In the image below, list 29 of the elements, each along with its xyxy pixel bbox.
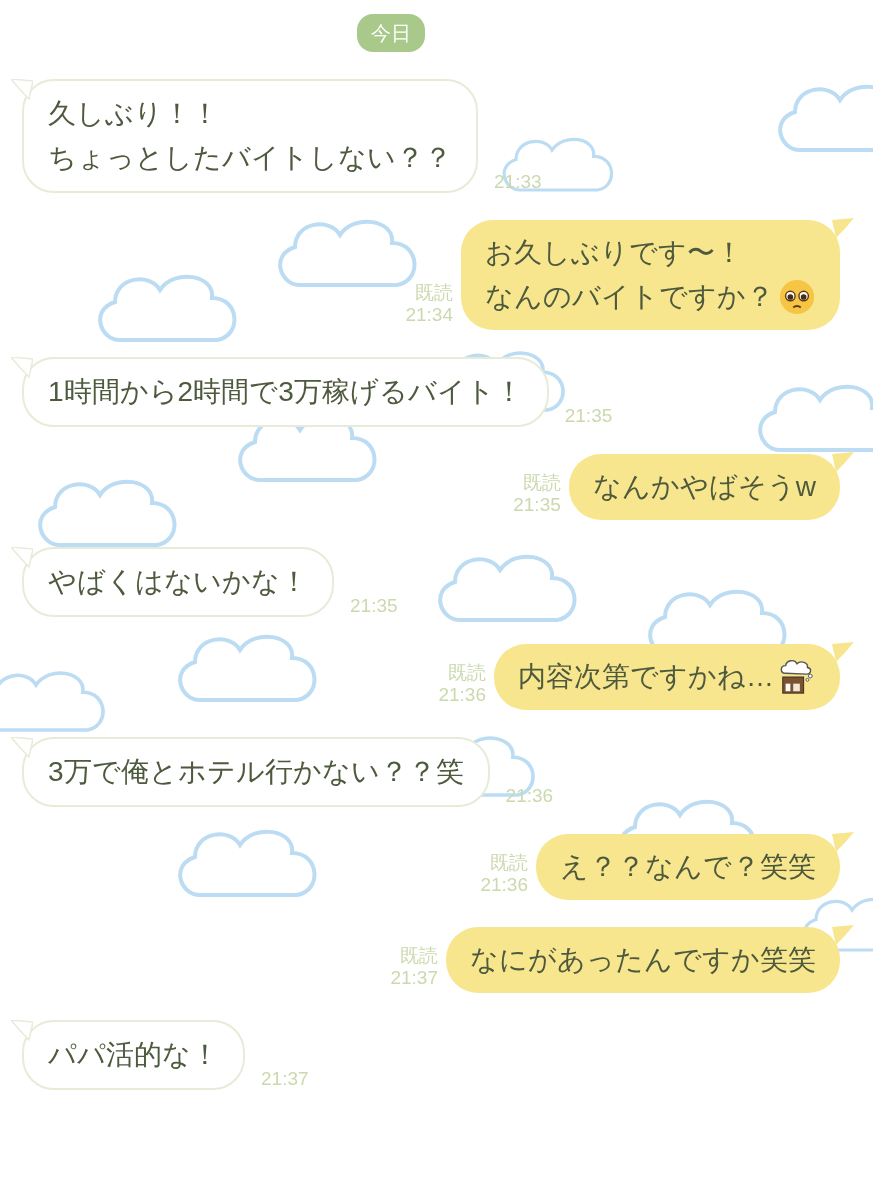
message-text: え？？なんで？笑笑 — [560, 850, 816, 884]
timestamp: 21:36 — [505, 785, 554, 807]
timestamp: 21:37 — [261, 1068, 309, 1090]
timestamp: 21:36 — [438, 684, 486, 706]
message-text: 久しぶり！！ — [48, 97, 219, 131]
read-receipt: 既読 — [522, 472, 561, 494]
message-text: 1時間から2時間で3万稼げるバイト！ — [48, 375, 523, 409]
timestamp: 21:37 — [390, 967, 438, 989]
message-text: お久しぶりです〜！ — [485, 236, 743, 270]
read-receipt: 既読 — [448, 662, 486, 684]
timestamp: 21:34 — [405, 304, 453, 326]
timestamp: 21:36 — [480, 874, 528, 896]
read-receipt: 既読 — [400, 945, 438, 967]
cloud-house-icon — [778, 658, 816, 696]
message-text: やばくはないかな！ — [48, 565, 308, 599]
message-text: 内容次第ですかね… — [518, 660, 774, 694]
message-text: パパ活的な！ — [48, 1038, 219, 1072]
read-receipt: 既読 — [415, 282, 453, 304]
date-label: 今日 — [357, 14, 425, 52]
message-text: 3万で俺とホテル行かない？？笑 — [48, 755, 464, 789]
timestamp: 21:35 — [564, 405, 613, 427]
pleading-face-icon — [778, 278, 816, 316]
message-text: なにがあったんですか笑笑 — [470, 943, 816, 977]
message-text: ちょっとしたバイトしない？？ — [48, 141, 452, 175]
timestamp: 21:35 — [350, 595, 398, 617]
message-text: なんかやばそうw — [592, 470, 816, 504]
timestamp: 21:35 — [513, 494, 561, 516]
message-text: なんのバイトですか？ — [485, 280, 774, 314]
read-receipt: 既読 — [490, 852, 528, 874]
